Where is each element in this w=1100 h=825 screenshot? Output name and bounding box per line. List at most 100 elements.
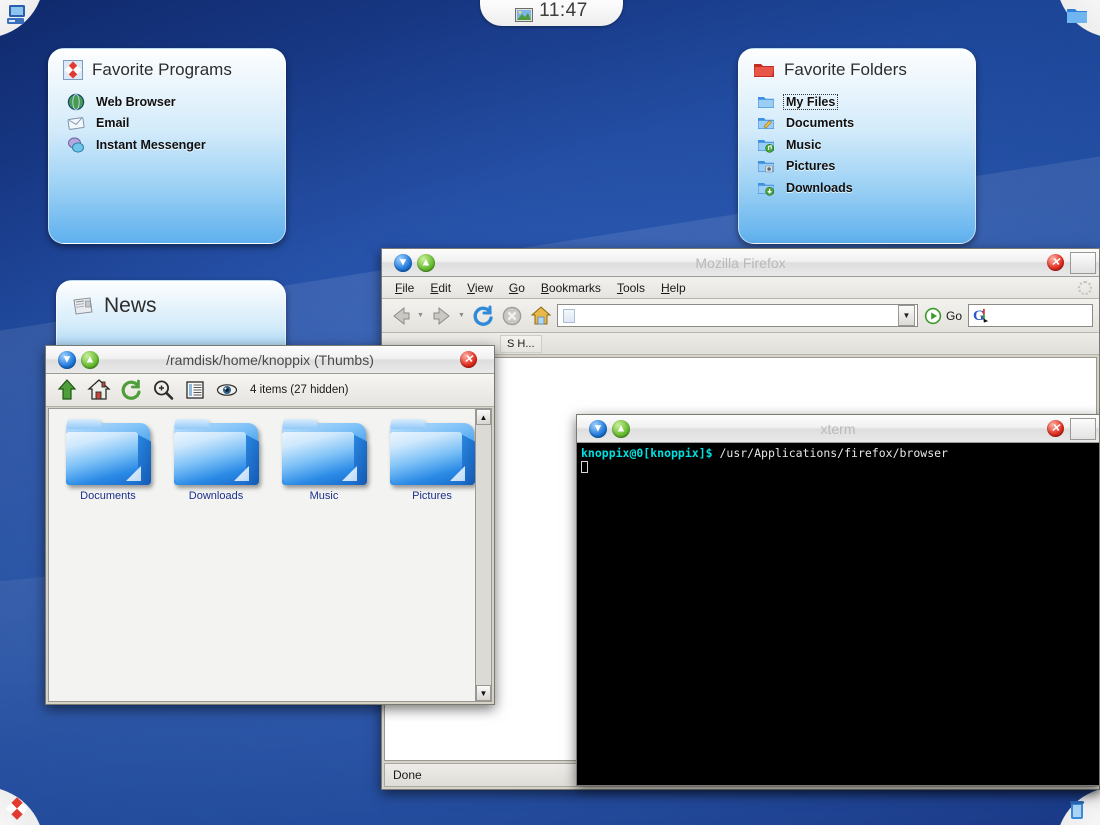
- favorite-program-email[interactable]: Email: [67, 113, 285, 135]
- down-arrow-icon[interactable]: ▼: [58, 351, 76, 369]
- scroll-up-icon[interactable]: ▲: [476, 409, 491, 425]
- file-manager-entry[interactable]: Documents: [61, 419, 155, 502]
- bookmark-item[interactable]: S H...: [500, 335, 542, 353]
- favorite-folder-my-files[interactable]: My Files: [757, 91, 975, 113]
- file-manager-entry[interactable]: Music: [277, 419, 371, 502]
- home-icon[interactable]: [528, 303, 554, 329]
- xterm-titlebar[interactable]: ▼ ▲ xterm ✕: [577, 415, 1099, 443]
- url-dropdown-icon[interactable]: ▼: [898, 305, 915, 326]
- up-arrow-icon[interactable]: ▲: [417, 254, 435, 272]
- search-bar[interactable]: G: [968, 304, 1093, 327]
- folder-documents-icon: [757, 115, 775, 131]
- file-manager-entry[interactable]: Downloads: [169, 419, 263, 502]
- forward-arrow-icon[interactable]: [429, 303, 455, 329]
- favorite-folder-pictures[interactable]: Pictures: [757, 156, 975, 178]
- menu-edit[interactable]: Edit: [423, 279, 458, 297]
- news-panel-title: News: [104, 294, 157, 318]
- folder-open-icon: [757, 94, 775, 110]
- folder-icon[interactable]: [1064, 2, 1090, 28]
- favorite-programs-title: Favorite Programs: [92, 60, 232, 80]
- favorite-program-web-browser[interactable]: Web Browser: [67, 91, 285, 113]
- throbber-icon: [1078, 281, 1092, 295]
- favorite-folders-header: Favorite Folders: [739, 49, 975, 86]
- back-arrow-icon[interactable]: [388, 303, 414, 329]
- xterm-command: /usr/Applications/firefox/browser: [713, 446, 948, 460]
- file-manager-title-label: /ramdisk/home/knoppix (Thumbs): [46, 352, 494, 368]
- menu-go[interactable]: Go: [502, 279, 532, 297]
- favorite-folder-downloads[interactable]: Downloads: [757, 177, 975, 199]
- xterm-prompt: knoppix@0[knoppix]$: [581, 446, 713, 460]
- restore-box-icon[interactable]: [1070, 418, 1096, 440]
- clock-time-label: 11:47: [539, 0, 588, 22]
- close-icon[interactable]: ✕: [460, 351, 477, 368]
- folder-icon: [174, 419, 258, 485]
- file-manager-entry-label: Music: [277, 490, 371, 502]
- folder-icon: [282, 419, 366, 485]
- file-manager-titlebar[interactable]: ▼ ▲ /ramdisk/home/knoppix (Thumbs) ✕: [46, 346, 494, 374]
- reload-icon[interactable]: [118, 377, 144, 403]
- favorite-folders-title: Favorite Folders: [784, 60, 907, 80]
- close-icon[interactable]: ✕: [1047, 254, 1064, 271]
- menu-bookmarks[interactable]: Bookmarks: [534, 279, 608, 297]
- file-manager-icon-view[interactable]: Documents Downloads Music: [48, 408, 492, 702]
- globe-icon: [67, 93, 85, 111]
- google-g-icon[interactable]: G: [972, 307, 991, 324]
- file-manager-window[interactable]: ▼ ▲ /ramdisk/home/knoppix (Thumbs) ✕: [45, 345, 495, 705]
- stop-icon[interactable]: [499, 303, 525, 329]
- restore-box-icon[interactable]: [1070, 252, 1096, 274]
- close-icon[interactable]: ✕: [1047, 420, 1064, 437]
- image-preview-icon: [515, 8, 533, 22]
- xterm-window[interactable]: ▼ ▲ xterm ✕ knoppix@0[knoppix]$ /usr/App…: [576, 414, 1100, 786]
- file-manager-entry[interactable]: Pictures: [385, 419, 479, 502]
- list-view-icon[interactable]: [182, 377, 208, 403]
- menu-file[interactable]: FFileile: [388, 279, 421, 297]
- go-button[interactable]: Go: [921, 307, 965, 325]
- up-arrow-icon[interactable]: ▲: [612, 420, 630, 438]
- favorite-folders-panel: Favorite Folders My Files Documents: [738, 48, 976, 244]
- red-folder-icon: [753, 60, 775, 80]
- newspaper-icon: [71, 295, 95, 317]
- envelope-icon: [67, 114, 85, 132]
- url-bar[interactable]: ▼: [557, 304, 918, 327]
- xterm-cursor-line: [581, 460, 1095, 474]
- forward-dropdown-icon[interactable]: ▼: [458, 312, 467, 319]
- reload-icon[interactable]: [470, 303, 496, 329]
- taskbar-clock-panel[interactable]: 11:47: [480, 0, 623, 26]
- trash-icon[interactable]: [1064, 797, 1090, 823]
- go-arrow-icon: [924, 307, 942, 325]
- scroll-down-icon[interactable]: ▼: [476, 685, 491, 701]
- computer-icon[interactable]: [4, 2, 30, 28]
- favorite-program-instant-messenger[interactable]: Instant Messenger: [67, 134, 285, 156]
- magnifier-icon[interactable]: [150, 377, 176, 403]
- folder-icon: [390, 419, 474, 485]
- status-text: Done: [385, 768, 422, 782]
- firefox-titlebar[interactable]: ▼ ▲ Mozilla Firefox ✕: [382, 249, 1099, 277]
- knoppix-logo-icon[interactable]: [4, 797, 30, 823]
- menu-tools[interactable]: Tools: [610, 279, 652, 297]
- folder-downloads-icon: [757, 180, 775, 196]
- favorite-program-label: Web Browser: [94, 95, 178, 109]
- menu-view[interactable]: View: [460, 279, 500, 297]
- favorite-folder-label: Documents: [784, 116, 856, 130]
- menu-help[interactable]: Help: [654, 279, 693, 297]
- xterm-line: knoppix@0[knoppix]$ /usr/Applications/fi…: [581, 446, 1095, 460]
- xterm-terminal-output[interactable]: knoppix@0[knoppix]$ /usr/Applications/fi…: [577, 443, 1099, 785]
- knoppix-logo-icon: [63, 60, 83, 80]
- favorite-folder-label: My Files: [784, 95, 837, 109]
- up-arrow-icon[interactable]: ▲: [81, 351, 99, 369]
- down-arrow-icon[interactable]: ▼: [589, 420, 607, 438]
- eye-icon[interactable]: [214, 377, 240, 403]
- page-favicon-icon: [563, 309, 575, 323]
- home-icon[interactable]: [86, 377, 112, 403]
- back-dropdown-icon[interactable]: ▼: [417, 312, 426, 319]
- favorite-folder-label: Downloads: [784, 181, 855, 195]
- favorite-folder-label: Pictures: [784, 159, 837, 173]
- file-manager-scrollbar[interactable]: ▲ ▼: [475, 408, 492, 702]
- favorite-folder-music[interactable]: Music: [757, 134, 975, 156]
- news-panel-header: News: [57, 281, 285, 324]
- up-arrow-icon[interactable]: [54, 377, 80, 403]
- file-manager-entry-label: Documents: [61, 490, 155, 502]
- favorite-folder-documents[interactable]: Documents: [757, 113, 975, 135]
- down-arrow-icon[interactable]: ▼: [394, 254, 412, 272]
- file-manager-titlebar-left-buttons: ▼ ▲: [46, 351, 99, 369]
